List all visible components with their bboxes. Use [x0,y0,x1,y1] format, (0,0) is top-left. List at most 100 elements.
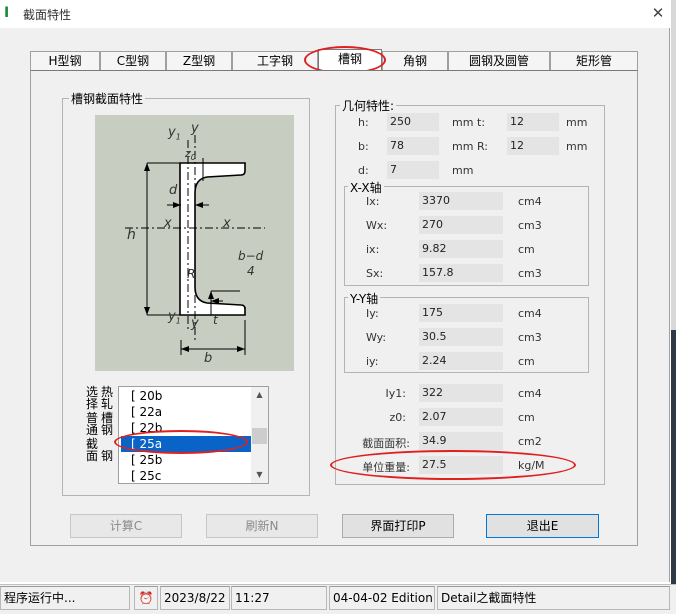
h-label: h: [358,116,369,129]
annotation-ellipse-item [114,430,248,454]
Iy-unit: cm4 [518,307,542,320]
close-icon[interactable]: ✕ [648,3,668,23]
h-value: 250 [387,113,439,131]
Ix-unit: cm4 [518,195,542,208]
Wy-label: Wy: [366,331,387,344]
R-value: 12 [507,137,559,155]
xx-axis-title: X-X轴 [348,179,384,196]
label-h: h [127,227,136,243]
window-title: 截面特性 [23,8,72,22]
list-item[interactable]: [ 25b [121,452,254,468]
app-icon: I [4,5,10,21]
list-label-col-0: 选择 [86,385,99,411]
area-unit: cm2 [518,435,542,448]
channel-section-diagram: y1 y z0 d h x x R b−d 4 t y1 y b [95,115,294,371]
background-window-strip-dark [671,330,676,586]
list-scrollbar[interactable]: ▲ ▼ [251,387,268,483]
scroll-thumb[interactable] [252,428,267,444]
section-group-title: 槽钢截面特性 [69,90,146,107]
ix-label: ix: [366,243,380,256]
label-z0: z0 [185,147,196,163]
iy-value: 2.24 [419,352,503,370]
iy-unit: cm [518,355,535,368]
Iy1-value: 322 [419,384,503,402]
tab-h-steel[interactable]: H型钢 [30,51,100,70]
status-running: 程序运行中... [0,586,130,610]
refresh-button[interactable]: 刷新N [206,514,318,538]
t-unit: mm [566,116,588,129]
status-detail: Detail之截面特性 [437,586,670,610]
Wy-value: 30.5 [419,328,503,346]
status-time: 11:27 [231,586,327,610]
scroll-up-icon[interactable]: ▲ [251,387,268,403]
z0-label: z0: [389,411,406,424]
Sx-unit: cm3 [518,267,542,280]
calculate-button[interactable]: 计算C [70,514,182,538]
Sx-label: Sx: [366,267,384,280]
d-value: 7 [387,161,439,179]
list-item[interactable]: [ 25c [121,468,254,483]
Ix-value: 3370 [419,192,503,210]
b-unit: mm [452,140,474,153]
scroll-down-icon[interactable]: ▼ [251,467,268,483]
tab-round-bar-pipe[interactable]: 圆钢及圆管 [448,51,550,70]
list-label-col-5: 钢 [101,449,114,463]
print-button[interactable]: 界面打印P [342,514,454,538]
tab-z-steel[interactable]: Z型钢 [166,51,232,70]
label-x-right: x [223,216,231,231]
z0-value: 2.07 [419,408,503,426]
R-label: R: [477,140,489,153]
Wx-label: Wx: [366,219,388,232]
status-date: 2023/8/22 [160,586,230,610]
list-item[interactable]: [ 22a [121,404,254,420]
list-label-col-1: 热轧 [101,385,114,411]
Iy-label: Iy: [366,307,379,320]
yy-axis-title: Y-Y轴 [348,290,381,307]
tab-angle[interactable]: 角钢 [382,51,448,70]
d-unit: mm [452,164,474,177]
title-bar: I 截面特性 ✕ [0,0,670,28]
label-four: 4 [247,264,255,278]
exit-button[interactable]: 退出E [486,514,599,538]
label-y-top: y [191,121,199,136]
label-R: R [187,267,196,281]
list-label-col-3: 槽钢 [101,411,114,437]
Wx-unit: cm3 [518,219,542,232]
geometry-title: 几何特性: [340,97,397,114]
list-label-col-4: 截面 [86,437,99,463]
area-value: 34.9 [419,432,503,450]
label-x-left: x [164,216,172,231]
t-value: 12 [507,113,559,131]
z0-unit: cm [518,411,535,424]
h-unit: mm [452,116,474,129]
label-y1-top: y1 [168,125,181,142]
Iy1-unit: cm4 [518,387,542,400]
R-unit: mm [566,140,588,153]
list-item[interactable]: [ 20b [121,388,254,404]
Sx-value: 157.8 [419,264,503,282]
Iy-value: 175 [419,304,503,322]
iy-label: iy: [366,355,379,368]
label-y1-bottom: y1 [168,309,181,326]
label-d: d [169,183,178,198]
status-edition: 04-04-02 Edition [329,586,435,610]
Ix-label: Ix: [366,195,380,208]
area-label: 截面面积: [362,437,410,450]
clock-icon: ⏰ [134,586,158,610]
annotation-ellipse-weight [330,450,576,480]
b-value: 78 [387,137,439,155]
list-label-col-2: 普通 [86,411,99,437]
b-label: b: [358,140,369,153]
label-t: t [213,313,218,327]
ix-value: 9.82 [419,240,503,258]
label-b: b [204,351,213,366]
Wx-value: 270 [419,216,503,234]
ix-unit: cm [518,243,535,256]
tab-rect-tube[interactable]: 矩形管 [550,51,638,70]
Wy-unit: cm3 [518,331,542,344]
tab-c-steel[interactable]: C型钢 [100,51,166,70]
d-label: d: [358,164,369,177]
label-b-minus-d: b−d [238,249,264,263]
Iy1-label: Iy1: [385,387,406,400]
t-label: t: [477,116,486,129]
